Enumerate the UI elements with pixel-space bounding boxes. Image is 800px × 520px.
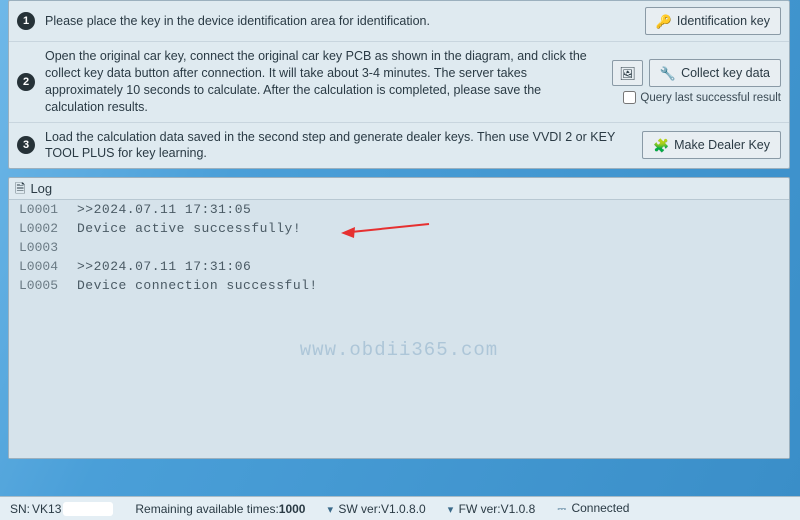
fw-value: V1.0.8 [501,502,536,516]
remaining-label: Remaining available times: [135,502,278,516]
log-message [73,238,789,257]
log-body[interactable]: L0001 >>2024.07.11 17:31:05 L0002 Device… [9,200,789,458]
sn-obscured [63,502,113,516]
sw-version: ▾ SW ver:V1.0.8.0 [327,502,425,516]
document-icon: 🗎 [15,182,25,195]
log-row: L0001 >>2024.07.11 17:31:05 [9,200,789,219]
log-title-label: Log [30,181,52,196]
serial-number: SN: VK13 [10,502,113,516]
step-number-1: 1 [17,12,35,30]
log-row: L0003 [9,238,789,257]
log-title-bar: 🗎 Log [9,178,789,200]
collect-key-data-button[interactable]: 🔧 Collect key data [649,59,781,87]
connection-label: Connected [571,501,629,515]
picture-icon: 🖼 [619,67,636,80]
watermark: www.obdii365.com [300,339,498,361]
status-bar: SN: VK13 Remaining available times:1000 … [0,496,800,520]
step-2-actions: 🖼 🔧 Collect key data Query last successf… [612,59,781,104]
connection-status: ⎓ Connected [557,501,629,516]
collect-key-data-label: Collect key data [681,66,770,80]
step-3-actions: 🧩 Make Dealer Key [642,131,781,159]
remaining-value: 1000 [279,502,306,516]
query-last-result-checkbox[interactable] [623,91,636,104]
key-icon: 🔑 [656,15,672,28]
step-3-text: Load the calculation data saved in the s… [45,129,632,163]
log-row: L0004 >>2024.07.11 17:31:06 [9,257,789,276]
step-number-2: 2 [17,73,35,91]
step-2-text: Open the original car key, connect the o… [45,48,602,116]
step-number-3: 3 [17,136,35,154]
sn-label: SN: [10,502,30,516]
log-panel: 🗎 Log L0001 >>2024.07.11 17:31:05 L0002 … [8,177,790,459]
log-line-number: L0001 [9,200,73,219]
sw-value: V1.0.8.0 [381,502,426,516]
log-row: L0002 Device active successfully! [9,219,789,238]
wrench-icon: 🔧 [660,67,676,80]
fw-version: ▾ FW ver:V1.0.8 [448,502,536,516]
log-line-number: L0003 [9,238,73,257]
steps-panel: 1 Please place the key in the device ide… [8,0,790,169]
log-message: Device connection successful! [73,276,789,295]
identification-key-label: Identification key [677,14,770,28]
step-1: 1 Please place the key in the device ide… [9,1,789,41]
log-line-number: L0002 [9,219,73,238]
puzzle-icon: 🧩 [653,139,669,152]
log-message: >>2024.07.11 17:31:06 [73,257,789,276]
log-message: >>2024.07.11 17:31:05 [73,200,789,219]
step-3: 3 Load the calculation data saved in the… [9,122,789,169]
step-2: 2 Open the original car key, connect the… [9,41,789,122]
query-last-result-row[interactable]: Query last successful result [623,91,781,104]
sw-label: SW ver: [338,502,381,516]
step-1-text: Please place the key in the device ident… [45,13,635,30]
fw-label: FW ver: [459,502,501,516]
make-dealer-key-label: Make Dealer Key [674,138,770,152]
down-arrow-icon: ▾ [448,504,454,516]
log-message: Device active successfully! [73,219,789,238]
remaining-times: Remaining available times:1000 [135,502,305,516]
log-line-number: L0004 [9,257,73,276]
identification-key-button[interactable]: 🔑 Identification key [645,7,781,35]
sn-value: VK13 [32,502,61,516]
link-icon: ⎓ [557,503,566,515]
query-last-result-label: Query last successful result [640,92,781,104]
log-row: L0005 Device connection successful! [9,276,789,295]
show-diagram-button[interactable]: 🖼 [612,60,643,86]
down-arrow-icon: ▾ [327,504,333,516]
make-dealer-key-button[interactable]: 🧩 Make Dealer Key [642,131,781,159]
log-line-number: L0005 [9,276,73,295]
step-1-actions: 🔑 Identification key [645,7,781,35]
